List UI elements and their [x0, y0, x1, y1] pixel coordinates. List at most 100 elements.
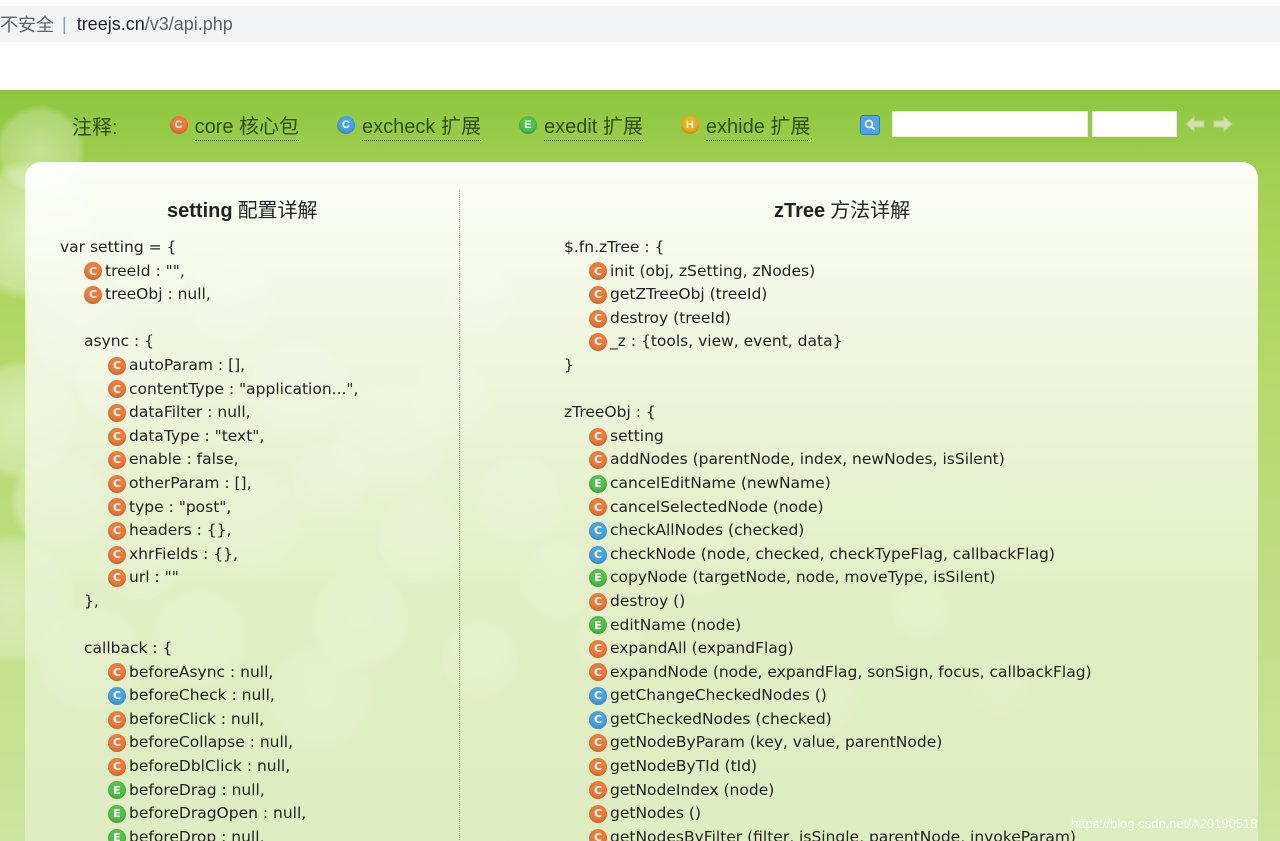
code-text[interactable]: beforeClick : null,: [129, 708, 264, 732]
api-item[interactable]: CtreeId : "",: [60, 260, 359, 284]
code-text[interactable]: beforeCollapse : null,: [129, 731, 293, 755]
code-text[interactable]: getZTreeObj (treeId): [610, 283, 767, 307]
legend-exedit[interactable]: E exedit 扩展: [518, 110, 643, 141]
api-item[interactable]: Cinit (obj, zSetting, zNodes): [564, 260, 1092, 284]
api-item[interactable]: CgetCheckedNodes (checked): [564, 708, 1092, 732]
api-item[interactable]: CbeforeDblClick : null,: [60, 755, 359, 779]
url-path[interactable]: /v3/api.php: [145, 14, 233, 35]
api-item[interactable]: EbeforeDrag : null,: [60, 779, 359, 803]
legend-core[interactable]: C core 核心包: [169, 110, 300, 141]
code-text[interactable]: autoParam : [],: [129, 354, 245, 378]
api-item[interactable]: CcheckNode (node, checked, checkTypeFlag…: [564, 543, 1092, 567]
api-item[interactable]: CcontentType : "application...",: [60, 378, 359, 402]
legend-exhide[interactable]: H exhide 扩展: [680, 110, 811, 141]
code-text[interactable]: beforeDragOpen : null,: [129, 802, 306, 826]
api-item[interactable]: EeditName (node): [564, 614, 1092, 638]
code-text[interactable]: contentType : "application...",: [129, 378, 359, 402]
api-item[interactable]: CbeforeCheck : null,: [60, 684, 359, 708]
code-text[interactable]: otherParam : [],: [129, 472, 252, 496]
code-text[interactable]: getNodesByFilter (filter, isSingle, pare…: [610, 826, 1076, 841]
search-input[interactable]: [892, 111, 1088, 137]
api-item[interactable]: CbeforeClick : null,: [60, 708, 359, 732]
code-text[interactable]: url : "": [129, 566, 179, 590]
code-text[interactable]: headers : {},: [129, 519, 231, 543]
api-item[interactable]: CgetChangeCheckedNodes (): [564, 684, 1092, 708]
code-text[interactable]: addNodes (parentNode, index, newNodes, i…: [610, 448, 1005, 472]
api-item[interactable]: EbeforeDrop : null,: [60, 826, 359, 841]
api-item[interactable]: EbeforeDragOpen : null,: [60, 802, 359, 826]
code-text[interactable]: init (obj, zSetting, zNodes): [610, 260, 815, 284]
url-domain[interactable]: treejs.cn: [77, 14, 145, 35]
api-item[interactable]: CcheckAllNodes (checked): [564, 519, 1092, 543]
code-text[interactable]: _z : {tools, view, event, data}: [610, 330, 842, 354]
code-text[interactable]: xhrFields : {},: [129, 543, 238, 567]
search-result-input[interactable]: [1092, 111, 1177, 137]
api-item[interactable]: EcopyNode (targetNode, node, moveType, i…: [564, 566, 1092, 590]
code-text[interactable]: beforeDrop : null,: [129, 826, 264, 841]
code-text[interactable]: getNodeByParam (key, value, parentNode): [610, 731, 942, 755]
api-item[interactable]: CgetNodes (): [564, 802, 1092, 826]
legend-excheck[interactable]: C excheck 扩展: [337, 110, 481, 141]
api-item[interactable]: CautoParam : [],: [60, 354, 359, 378]
api-item[interactable]: CgetNodeByParam (key, value, parentNode): [564, 731, 1092, 755]
code-text[interactable]: dataType : "text",: [129, 425, 264, 449]
security-indicator[interactable]: 不安全: [0, 11, 54, 37]
code-text[interactable]: enable : false,: [129, 448, 238, 472]
code-text[interactable]: getNodeIndex (node): [610, 779, 774, 803]
api-item[interactable]: CotherParam : [],: [60, 472, 359, 496]
api-item[interactable]: CcancelSelectedNode (node): [564, 496, 1092, 520]
previous-arrow-icon[interactable]: [1184, 114, 1206, 134]
api-item[interactable]: Cdestroy (): [564, 590, 1092, 614]
legend-exhide-text[interactable]: exhide 扩展: [705, 110, 811, 141]
code-text[interactable]: cancelEditName (newName): [610, 472, 831, 496]
code-text[interactable]: destroy (treeId): [610, 307, 731, 331]
api-item[interactable]: CgetNodeIndex (node): [564, 779, 1092, 803]
code-text[interactable]: expandAll (expandFlag): [610, 637, 794, 661]
code-text[interactable]: destroy (): [610, 590, 685, 614]
code-text[interactable]: getCheckedNodes (checked): [610, 708, 832, 732]
api-item[interactable]: CgetZTreeObj (treeId): [564, 283, 1092, 307]
legend-exedit-text[interactable]: exedit 扩展: [543, 110, 643, 141]
api-item[interactable]: Cdestroy (treeId): [564, 307, 1092, 331]
api-item[interactable]: Cheaders : {},: [60, 519, 359, 543]
api-item[interactable]: CexpandAll (expandFlag): [564, 637, 1092, 661]
next-arrow-icon[interactable]: [1212, 114, 1234, 134]
api-item[interactable]: CgetNodeByTId (tId): [564, 755, 1092, 779]
api-item[interactable]: CbeforeAsync : null,: [60, 661, 359, 685]
code-text[interactable]: checkNode (node, checked, checkTypeFlag,…: [610, 543, 1055, 567]
code-text[interactable]: getChangeCheckedNodes (): [610, 684, 827, 708]
code-text[interactable]: beforeAsync : null,: [129, 661, 273, 685]
api-item[interactable]: Curl : "": [60, 566, 359, 590]
api-item[interactable]: CdataFilter : null,: [60, 401, 359, 425]
code-text[interactable]: cancelSelectedNode (node): [610, 496, 824, 520]
api-item[interactable]: CdataType : "text",: [60, 425, 359, 449]
code-text[interactable]: editName (node): [610, 614, 741, 638]
code-text[interactable]: type : "post",: [129, 496, 231, 520]
search-icon[interactable]: [860, 115, 880, 135]
api-item[interactable]: Ctype : "post",: [60, 496, 359, 520]
api-item[interactable]: CbeforeCollapse : null,: [60, 731, 359, 755]
code-text[interactable]: copyNode (targetNode, node, moveType, is…: [610, 566, 995, 590]
code-text[interactable]: beforeDblClick : null,: [129, 755, 290, 779]
legend-core-text[interactable]: core 核心包: [194, 110, 300, 141]
code-text[interactable]: getNodeByTId (tId): [610, 755, 757, 779]
api-item[interactable]: CxhrFields : {},: [60, 543, 359, 567]
code-text[interactable]: expandNode (node, expandFlag, sonSign, f…: [610, 661, 1092, 685]
code-text[interactable]: beforeCheck : null,: [129, 684, 275, 708]
api-item[interactable]: CaddNodes (parentNode, index, newNodes, …: [564, 448, 1092, 472]
api-item[interactable]: CgetNodesByFilter (filter, isSingle, par…: [564, 826, 1092, 841]
api-item[interactable]: Cenable : false,: [60, 448, 359, 472]
api-item[interactable]: C _z : {tools, view, event, data}: [564, 330, 1092, 354]
code-text[interactable]: getNodes (): [610, 802, 701, 826]
api-item[interactable]: CtreeObj : null,: [60, 283, 359, 307]
code-text[interactable]: setting: [610, 425, 664, 449]
legend-excheck-text[interactable]: excheck 扩展: [362, 110, 481, 141]
address-bar[interactable]: 不安全 | treejs.cn /v3/api.php: [0, 6, 1280, 42]
code-text[interactable]: dataFilter : null,: [129, 401, 251, 425]
code-text[interactable]: treeId : "",: [105, 260, 185, 284]
code-text[interactable]: beforeDrag : null,: [129, 779, 265, 803]
api-item[interactable]: EcancelEditName (newName): [564, 472, 1092, 496]
api-item[interactable]: CexpandNode (node, expandFlag, sonSign, …: [564, 661, 1092, 685]
api-item[interactable]: Csetting: [564, 425, 1092, 449]
code-text[interactable]: checkAllNodes (checked): [610, 519, 804, 543]
